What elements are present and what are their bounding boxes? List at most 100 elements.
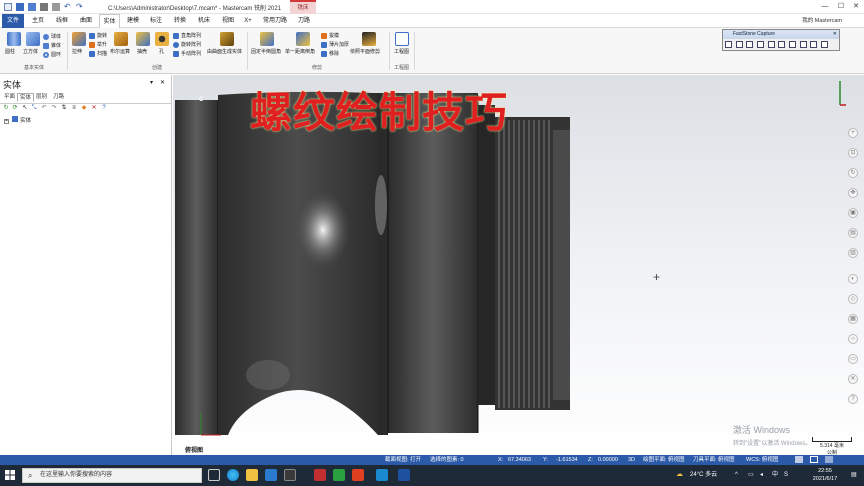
capture-video-icon[interactable] <box>799 41 807 48</box>
help-icon[interactable]: ? <box>101 105 107 111</box>
tab-surface[interactable]: 曲面 <box>76 14 96 28</box>
panel-close-icon[interactable]: ✕ <box>160 79 165 86</box>
cone-button[interactable]: 锥体 <box>43 42 61 49</box>
tab-view[interactable]: 视图 <box>218 14 238 28</box>
revolve-button[interactable]: 旋转 <box>89 32 107 39</box>
zoom-window-icon[interactable]: ⊡ <box>848 148 858 158</box>
cube-icon[interactable] <box>26 32 40 46</box>
tab-solid[interactable]: 实体 <box>99 14 120 29</box>
windows-start-icon[interactable] <box>5 470 15 480</box>
capture-rect-icon[interactable] <box>746 41 754 48</box>
faststone-title-bar[interactable]: FastStone Capture ✕ <box>723 30 839 39</box>
extrude-button[interactable]: 拉伸 <box>72 48 82 55</box>
clear-colors-icon[interactable]: ○ <box>848 334 858 344</box>
select-icon[interactable]: ↖ <box>22 105 28 111</box>
panel-tab-levels[interactable]: 层别 <box>34 93 49 102</box>
panel-tab-solids[interactable]: 实体 <box>17 93 35 102</box>
save-as-icon[interactable] <box>28 2 36 11</box>
tab-file[interactable]: 文件 <box>2 14 24 28</box>
capture-fullscreen-icon[interactable] <box>767 41 775 48</box>
drawing-button[interactable]: 工程图 <box>394 48 409 55</box>
new-file-icon[interactable] <box>4 2 12 11</box>
pin-icon[interactable]: ▾ <box>150 79 153 86</box>
regen-icon[interactable]: ↻ <box>3 105 9 111</box>
panel-tab-planes[interactable]: 平面 <box>2 93 17 102</box>
volume-icon[interactable]: ◂ <box>760 469 763 481</box>
select-all-icon[interactable]: ⤡ <box>31 105 37 111</box>
draft-button[interactable]: 拔模 <box>321 32 339 39</box>
settings-icon[interactable] <box>821 41 829 48</box>
network-icon[interactable]: ▭ <box>748 469 754 481</box>
mode-3d-toggle[interactable]: 3D <box>628 456 635 464</box>
solid-from-surfaces-icon[interactable] <box>220 32 234 46</box>
view-top-icon[interactable]: ▣ <box>848 208 858 218</box>
redo-panel-icon[interactable]: ↷ <box>51 105 57 111</box>
expand-icon[interactable]: + <box>4 119 9 124</box>
wireframe-mode-icon[interactable] <box>810 456 818 463</box>
feature-icon[interactable]: ◆ <box>81 105 87 111</box>
video-app-icon[interactable] <box>376 469 388 481</box>
section-view-icon[interactable]: ▦ <box>848 314 858 324</box>
notification-icon[interactable]: ▤ <box>851 469 857 481</box>
manual-array-button[interactable]: 手动阵列 <box>173 50 201 57</box>
delete-icon[interactable]: ✕ <box>91 105 97 111</box>
shade-icon[interactable]: ◐ <box>848 274 858 284</box>
chamfer-icon[interactable] <box>296 32 310 46</box>
print-icon[interactable] <box>40 2 48 11</box>
tab-model[interactable]: 建模 <box>123 14 143 28</box>
recorder-icon[interactable] <box>352 469 364 481</box>
capture-fixed-icon[interactable] <box>789 41 797 48</box>
save-icon[interactable] <box>16 2 24 11</box>
hole-icon[interactable] <box>155 32 169 46</box>
sweep-button[interactable]: 扫描 <box>89 50 107 57</box>
section-view-status[interactable]: 截面视图: 打开 <box>385 456 421 464</box>
maximize-button[interactable]: ☐ <box>836 2 846 12</box>
input-method-icon[interactable]: 中 <box>772 469 778 481</box>
wireframe-icon[interactable]: ◇ <box>848 294 858 304</box>
undo-icon[interactable]: ↶ <box>64 2 72 11</box>
minimize-button[interactable]: — <box>820 2 830 12</box>
faststone-capture-toolbar[interactable]: FastStone Capture ✕ <box>722 29 840 51</box>
box-button[interactable]: 立方体 <box>23 48 38 55</box>
zoom-fit-icon[interactable]: + <box>848 128 858 138</box>
tab-home[interactable]: 主页 <box>28 14 48 28</box>
close-button[interactable]: ✕ <box>851 2 861 12</box>
tab-transform[interactable]: 转换 <box>170 14 190 28</box>
boolean-icon[interactable] <box>114 32 128 46</box>
trim-to-plane-icon[interactable] <box>362 32 376 46</box>
history-icon[interactable]: ≡ <box>71 105 77 111</box>
pan-icon[interactable]: ✥ <box>848 188 858 198</box>
boolean-button[interactable]: 布尔运算 <box>110 48 130 55</box>
wechat-icon[interactable] <box>333 469 345 481</box>
hole-button[interactable]: 孔 <box>159 48 164 55</box>
loft-button[interactable]: 举升 <box>89 41 107 48</box>
output-icon[interactable] <box>810 41 818 48</box>
display-mode-icon[interactable] <box>825 456 833 463</box>
sort-icon[interactable]: ⇅ <box>61 105 67 111</box>
taskbar-search-input[interactable]: ⌕ 在这里输入你要搜索的内容 <box>22 468 202 483</box>
app-icon[interactable] <box>284 469 296 481</box>
fillet-button[interactable]: 固定半倒圆角 <box>251 48 281 55</box>
shell-button[interactable]: 抽壳 <box>137 48 147 55</box>
wcs-status[interactable]: WCS: 俯视图 <box>746 456 778 464</box>
screen-icon[interactable]: ▭ <box>848 354 858 364</box>
view-right-icon[interactable]: ▥ <box>848 248 858 258</box>
mastercam-icon[interactable] <box>314 469 326 481</box>
cylinder-icon[interactable] <box>7 32 21 46</box>
store-icon[interactable] <box>265 469 277 481</box>
thicken-button[interactable]: 薄片加厚 <box>321 41 349 48</box>
delete-entities-icon[interactable]: ✕ <box>848 374 858 384</box>
word-icon[interactable] <box>398 469 410 481</box>
shading-mode-icon[interactable] <box>795 456 803 463</box>
solid-from-surfaces-button[interactable]: 由曲面生成实体 <box>207 48 242 55</box>
trim-to-plane-button[interactable]: 依照平面修剪 <box>350 48 380 55</box>
capture-scroll-icon[interactable] <box>778 41 786 48</box>
tree-root-solids[interactable]: + 实体 <box>4 116 31 124</box>
torus-button[interactable]: 圆环 <box>43 51 61 58</box>
graphics-viewport[interactable]: C 螺纹绘制技巧 + + ⊡ ↻ ✥ ▣ ▤ ▥ ◐ ◇ ▦ ○ ▭ ✕ ? 俯… <box>173 75 864 455</box>
task-view-icon[interactable] <box>208 469 220 481</box>
panel-tab-toolpaths[interactable]: 刀路 <box>51 93 66 102</box>
extrude-icon[interactable] <box>72 32 86 46</box>
chamfer-button[interactable]: 单一距离倒角 <box>285 48 315 55</box>
capture-window-icon[interactable] <box>725 41 732 48</box>
